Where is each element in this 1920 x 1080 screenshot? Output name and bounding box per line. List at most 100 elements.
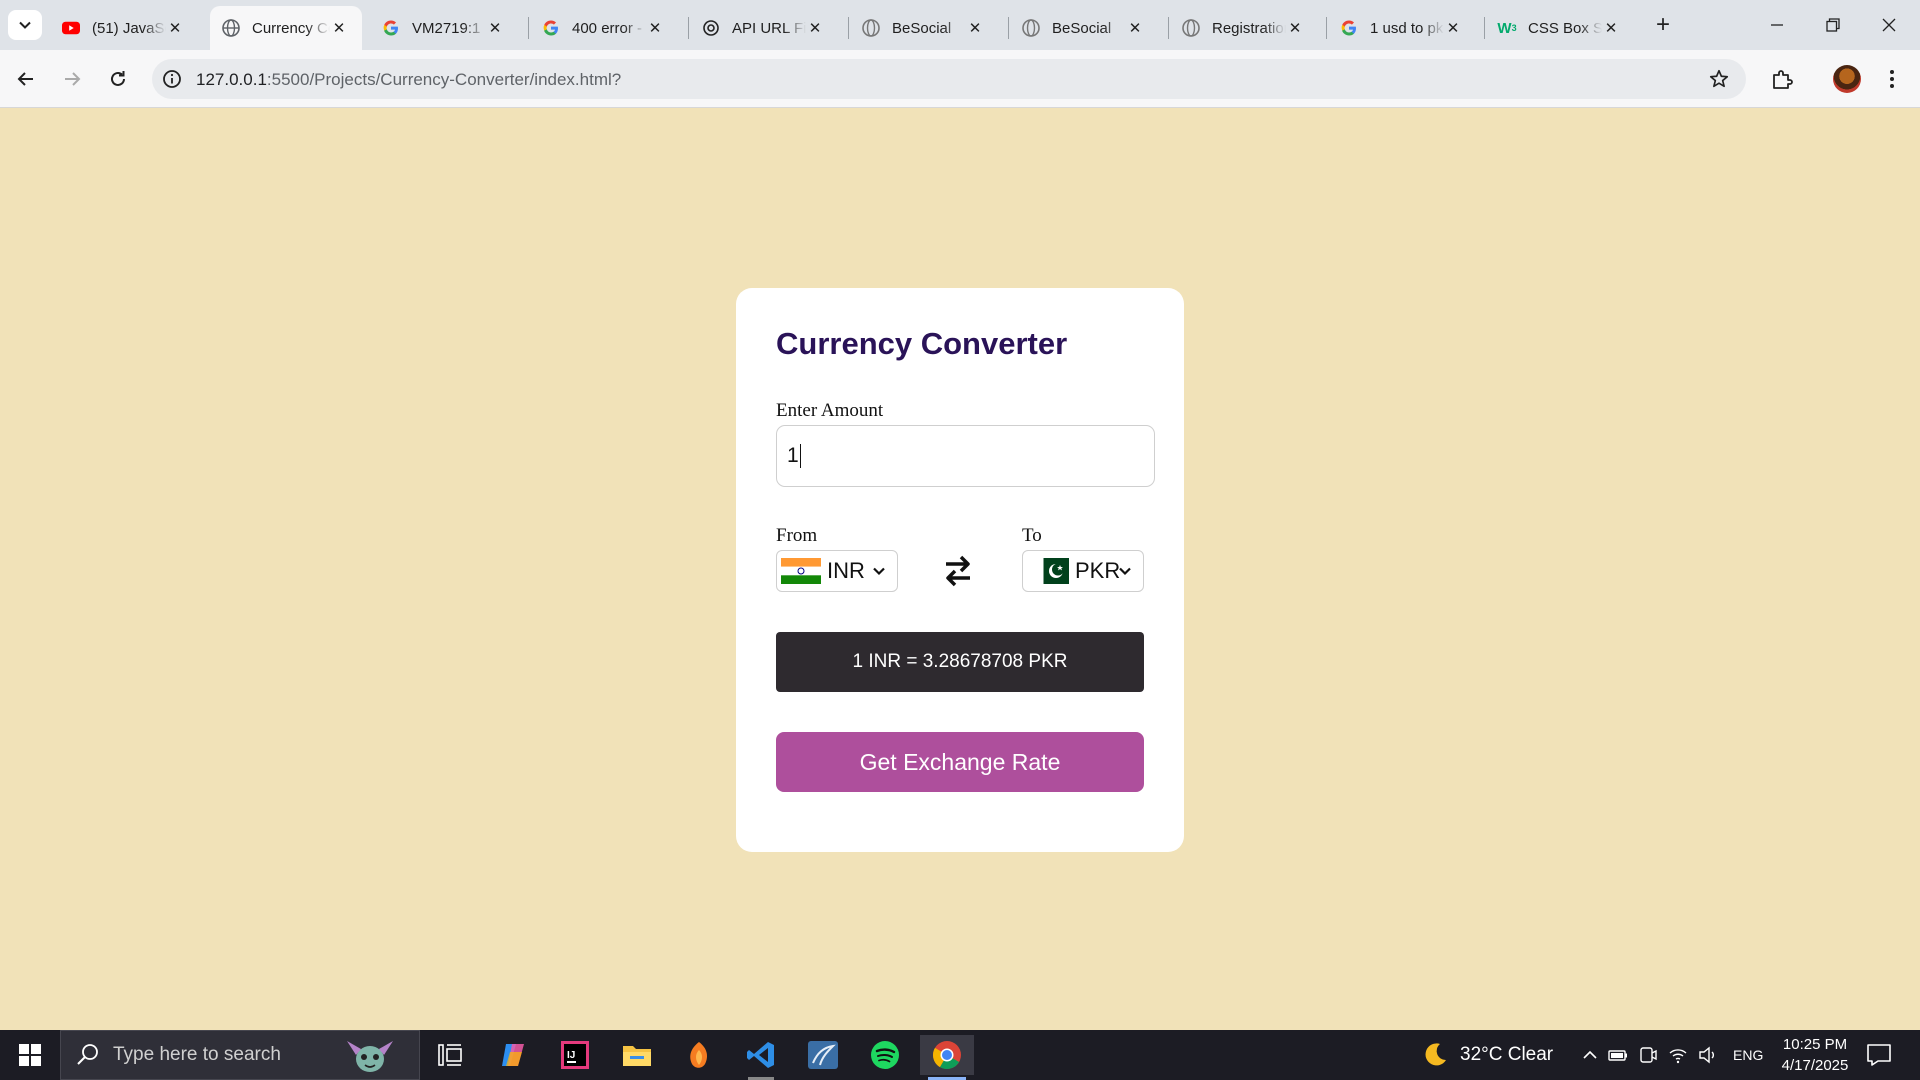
converter-card: Currency Converter Enter Amount 1 From I… <box>736 288 1184 852</box>
close-icon[interactable]: ✕ <box>330 19 348 37</box>
tab-title: 400 error - Google <box>572 19 646 37</box>
arrow-right-icon <box>65 72 81 86</box>
restore-button[interactable] <box>1810 8 1856 42</box>
close-window-button[interactable] <box>1866 8 1912 42</box>
chrome-app[interactable] <box>920 1035 974 1080</box>
taskbar-search[interactable]: Type here to search <box>60 1030 420 1080</box>
close-icon[interactable]: ✕ <box>646 19 664 37</box>
browser-tab-active[interactable]: Currency Converter ✕ <box>210 6 362 50</box>
mysql-workbench-icon <box>808 1041 838 1069</box>
extensions-button[interactable] <box>1768 65 1796 93</box>
browser-tab-bar: (51) JavaScript ✕ Currency Converter ✕ V… <box>0 0 1920 50</box>
fl-studio-app[interactable] <box>672 1035 726 1075</box>
tab-separator <box>848 17 849 39</box>
star-icon[interactable] <box>1708 68 1730 90</box>
new-tab-button[interactable]: + <box>1650 11 1676 38</box>
browser-tab[interactable]: API URL Fix ✕ <box>690 6 838 50</box>
browser-tab[interactable]: W3 CSS Box Shadow ✕ <box>1486 6 1634 50</box>
reload-icon <box>111 71 125 86</box>
chevron-up-icon[interactable] <box>1580 1045 1600 1065</box>
browser-tab[interactable]: Registration ✕ <box>1170 6 1318 50</box>
close-icon[interactable]: ✕ <box>1286 19 1304 37</box>
close-icon <box>1882 18 1896 32</box>
browser-tab[interactable]: (51) JavaScript ✕ <box>50 6 198 50</box>
close-icon[interactable]: ✕ <box>166 19 184 37</box>
from-currency-select[interactable]: INR <box>776 550 898 592</box>
tab-title: Currency Converter <box>252 19 330 37</box>
fl-studio-icon <box>690 1042 707 1068</box>
notification-icon[interactable] <box>1866 1043 1892 1067</box>
youtube-icon <box>62 19 80 37</box>
file-explorer-app[interactable] <box>610 1035 664 1075</box>
copilot-icon <box>502 1044 524 1066</box>
svg-text:IJ: IJ <box>567 1050 575 1061</box>
back-button[interactable] <box>10 63 42 95</box>
search-highlight-icon <box>347 1041 393 1072</box>
chevron-down-icon <box>19 21 31 29</box>
language-indicator[interactable]: ENG <box>1733 1030 1763 1080</box>
from-currency-value: INR <box>827 558 865 583</box>
get-exchange-rate-button[interactable]: Get Exchange Rate <box>776 732 1144 792</box>
search-placeholder: Type here to search <box>113 1044 281 1065</box>
menu-button[interactable] <box>1878 65 1906 93</box>
minimize-button[interactable] <box>1754 8 1800 42</box>
info-icon[interactable] <box>162 69 182 89</box>
browser-tab[interactable]: 400 error - Google ✕ <box>530 6 678 50</box>
to-currency-select[interactable]: PKR <box>1022 550 1144 592</box>
pakistan-flag-icon <box>1035 558 1069 584</box>
tab-title: BeSocial <box>1052 19 1112 37</box>
clock-time: 10:25 PM <box>1782 1036 1848 1053</box>
india-flag-icon <box>781 558 821 584</box>
tab-search-button[interactable] <box>8 10 42 40</box>
tab-separator <box>1326 17 1327 39</box>
from-label: From <box>776 525 818 546</box>
vscode-app[interactable] <box>734 1035 788 1080</box>
meet-now-icon[interactable] <box>1638 1045 1658 1065</box>
forward-button[interactable] <box>56 63 88 95</box>
copilot-app[interactable] <box>486 1035 540 1075</box>
start-button[interactable] <box>0 1030 60 1080</box>
search-icon <box>77 1044 98 1065</box>
close-icon[interactable]: ✕ <box>1126 19 1144 37</box>
close-icon[interactable]: ✕ <box>1444 19 1462 37</box>
google-icon <box>1340 19 1358 37</box>
volume-icon[interactable] <box>1698 1045 1718 1065</box>
task-view-button[interactable] <box>423 1035 477 1075</box>
globe-icon <box>1022 19 1040 37</box>
wifi-icon[interactable] <box>1668 1045 1688 1065</box>
task-view-icon <box>438 1044 462 1066</box>
battery-icon[interactable] <box>1608 1045 1628 1065</box>
intellij-icon: IJ <box>561 1041 589 1069</box>
globe-icon <box>222 19 240 37</box>
browser-tab[interactable]: BeSocial ✕ <box>850 6 998 50</box>
swap-arrows-icon[interactable] <box>942 552 974 590</box>
intellij-app[interactable]: IJ <box>548 1035 602 1075</box>
restore-icon <box>1826 18 1840 32</box>
tab-separator <box>1168 17 1169 39</box>
browser-toolbar: 127.0.0.1:5500/Projects/Currency-Convert… <box>0 50 1920 108</box>
browser-tab[interactable]: BeSocial ✕ <box>1010 6 1158 50</box>
close-icon[interactable]: ✕ <box>486 19 504 37</box>
tab-title: Registration <box>1212 19 1286 37</box>
profile-avatar[interactable] <box>1833 65 1861 93</box>
amount-label: Enter Amount <box>776 400 884 421</box>
spotify-app[interactable] <box>858 1035 912 1075</box>
tab-title: BeSocial <box>892 19 952 37</box>
weather-text: 32°C Clear <box>1460 1044 1554 1065</box>
browser-tab[interactable]: 1 usd to pkr ✕ <box>1328 6 1476 50</box>
mysql-workbench-app[interactable] <box>796 1035 850 1075</box>
folder-icon <box>623 1046 651 1066</box>
close-icon[interactable]: ✕ <box>1602 19 1620 37</box>
amount-input[interactable]: 1 <box>776 425 1155 487</box>
weather-widget[interactable]: 32°C Clear <box>1420 1030 1553 1080</box>
url-path: :5500/Projects/Currency-Converter/index.… <box>266 70 622 89</box>
reload-button[interactable] <box>102 63 134 95</box>
close-icon[interactable]: ✕ <box>806 19 824 37</box>
windows-taskbar: Type here to search IJ 32°C Clear ENG 10… <box>0 1030 1920 1080</box>
system-clock[interactable]: 10:25 PM 4/17/2025 <box>1760 1034 1870 1076</box>
globe-icon <box>1182 19 1200 37</box>
browser-tab[interactable]: VM2719:1 ✕ <box>370 6 518 50</box>
close-icon[interactable]: ✕ <box>966 19 984 37</box>
address-bar[interactable]: 127.0.0.1:5500/Projects/Currency-Convert… <box>152 59 1746 99</box>
windows-logo-icon <box>19 1044 41 1066</box>
